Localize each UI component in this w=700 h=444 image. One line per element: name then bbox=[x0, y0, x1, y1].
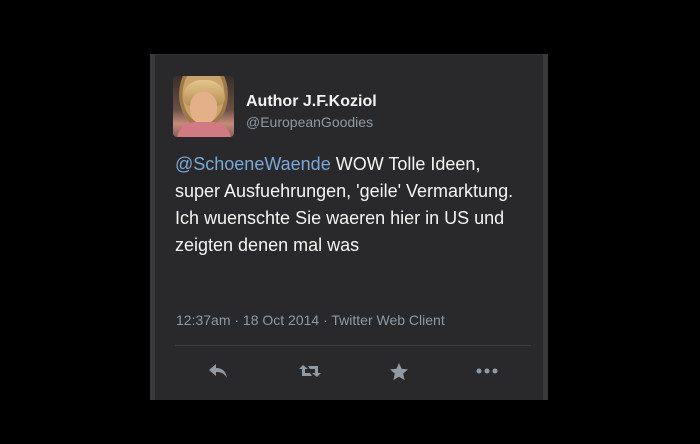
tweet-card: Author J.F.Koziol @EuropeanGoodies @Scho… bbox=[150, 54, 548, 400]
retweet-button[interactable] bbox=[293, 357, 327, 385]
tweet-text: @SchoeneWaende WOW Tolle Ideen, super Au… bbox=[175, 151, 525, 259]
favorite-star-icon bbox=[389, 362, 409, 381]
retweet-icon bbox=[298, 362, 322, 380]
screenshot-stage: Author J.F.Koziol @EuropeanGoodies @Scho… bbox=[0, 0, 700, 444]
more-button[interactable] bbox=[470, 357, 504, 385]
author-name[interactable]: Author J.F.Koziol bbox=[246, 93, 377, 111]
reply-icon bbox=[207, 362, 229, 380]
avatar-face bbox=[190, 92, 217, 124]
mention-link[interactable]: @SchoeneWaende bbox=[175, 154, 331, 174]
more-icon bbox=[476, 368, 498, 374]
favorite-button[interactable] bbox=[382, 357, 416, 385]
author-avatar[interactable] bbox=[173, 76, 234, 137]
avatar-shirt bbox=[177, 122, 231, 137]
tweet-actions bbox=[155, 357, 543, 385]
reply-button[interactable] bbox=[201, 357, 235, 385]
author-handle[interactable]: @EuropeanGoodies bbox=[246, 114, 373, 130]
tweet-timestamp[interactable]: 12:37am · 18 Oct 2014 · Twitter Web Clie… bbox=[176, 312, 445, 328]
divider bbox=[175, 345, 531, 346]
